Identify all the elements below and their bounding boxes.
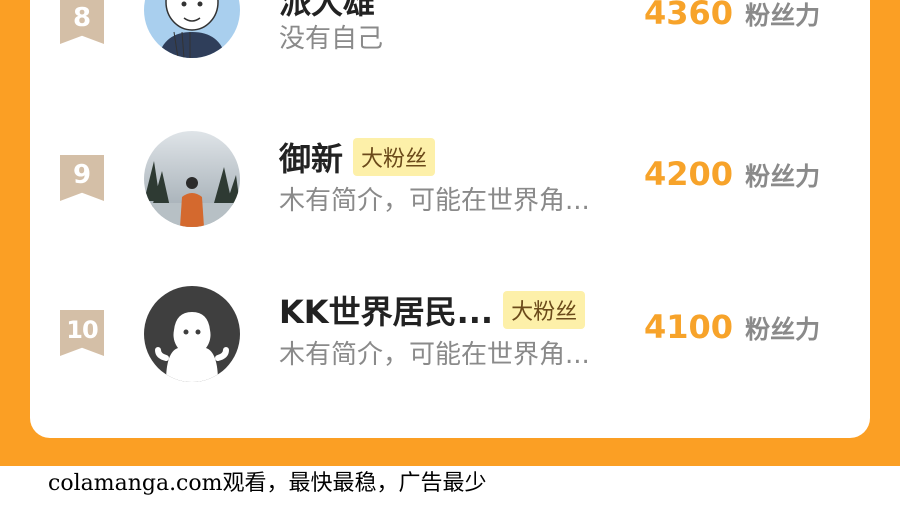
fan-power-score: 4200 粉丝力 bbox=[644, 155, 820, 193]
score-unit: 粉丝力 bbox=[745, 162, 821, 191]
score-value: 4100 bbox=[644, 308, 734, 346]
user-name[interactable]: 御新 bbox=[279, 134, 343, 180]
rank-ribbon: 10 bbox=[60, 310, 104, 356]
user-bio: 没有自己 bbox=[279, 24, 384, 54]
rank-ribbon: 8 bbox=[60, 0, 104, 44]
fan-power-score: 4360 粉丝力 bbox=[644, 0, 820, 32]
score-unit: 粉丝力 bbox=[745, 1, 821, 30]
user-avatar[interactable] bbox=[144, 0, 240, 58]
ranking-frame: 8 派大雄 没有自己 4360 粉丝力 9 御新 大粉丝 木有简介，可能在世界角… bbox=[0, 0, 900, 466]
big-fan-badge: 大粉丝 bbox=[503, 291, 586, 329]
score-value: 4360 bbox=[644, 0, 734, 32]
user-bio: 木有简介，可能在世界角... bbox=[279, 186, 590, 216]
ranking-row[interactable]: 9 御新 大粉丝 木有简介，可能在世界角... 4200 粉丝力 bbox=[30, 123, 870, 233]
fan-power-score: 4100 粉丝力 bbox=[644, 308, 820, 346]
rank-ribbon: 9 bbox=[60, 155, 104, 201]
score-value: 4200 bbox=[644, 155, 734, 193]
user-name[interactable]: KK世界居民... bbox=[279, 287, 493, 333]
manga-boy-avatar-icon bbox=[144, 0, 240, 58]
person-forest-avatar-icon bbox=[144, 131, 240, 227]
ranking-row[interactable]: 10 KK世界居民... 大粉丝 木有简介，可能在世界角... 4100 粉丝力 bbox=[30, 276, 870, 386]
score-unit: 粉丝力 bbox=[745, 315, 821, 344]
user-bio: 木有简介，可能在世界角... bbox=[279, 340, 590, 370]
site-watermark: colamanga.com观看，最快最稳，广告最少 bbox=[48, 471, 487, 496]
big-fan-badge: 大粉丝 bbox=[353, 138, 436, 176]
ranking-card: 8 派大雄 没有自己 4360 粉丝力 9 御新 大粉丝 木有简介，可能在世界角… bbox=[30, 0, 870, 438]
user-avatar[interactable] bbox=[144, 286, 240, 382]
default-ghost-avatar-icon bbox=[144, 286, 240, 382]
ranking-row[interactable]: 8 派大雄 没有自己 4360 粉丝力 bbox=[30, 0, 870, 80]
user-avatar[interactable] bbox=[144, 131, 240, 227]
